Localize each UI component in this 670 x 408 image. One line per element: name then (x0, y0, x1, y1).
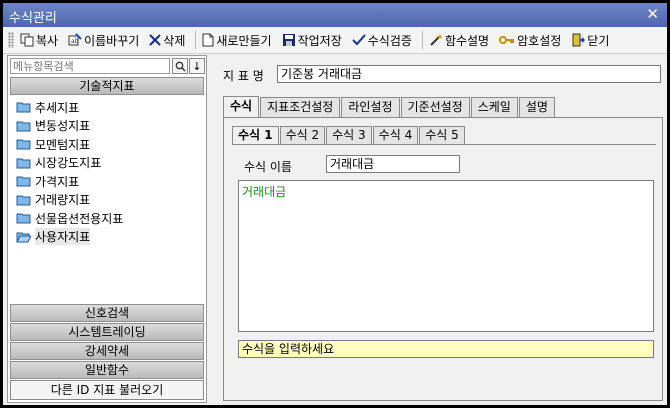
magnifier-icon (175, 61, 186, 72)
tab-formula[interactable]: 수식 (223, 96, 260, 118)
tab-line-settings[interactable]: 라인설정 (341, 97, 400, 117)
verify-button[interactable]: 수식검증 (349, 29, 415, 51)
folder-icon (16, 195, 31, 206)
formula-name-label: 수식 이름 (244, 160, 292, 174)
tree-item-label: 모멘텀지표 (35, 137, 91, 152)
tab-indicator-condition[interactable]: 지표조건설정 (260, 97, 341, 117)
verify-label: 수식검증 (367, 33, 412, 48)
tree-item[interactable]: 거래량지표 (10, 191, 204, 210)
tree-item-label: 가격지표 (35, 174, 80, 189)
tab-formula-3[interactable]: 수식 3 (326, 126, 372, 144)
exit-door-icon (572, 33, 586, 47)
new-label: 새로만들기 (216, 33, 272, 48)
rename-icon: ab (68, 33, 82, 46)
toolbar-separator (195, 31, 197, 49)
tree-item[interactable]: 선물옵션전용지표 (10, 209, 204, 228)
folder-icon (16, 102, 31, 113)
menu-search-input[interactable] (10, 58, 170, 74)
formula-hint-bar: 수식을 입력하세요 (238, 340, 654, 358)
category-system-trading[interactable]: 시스템트레이딩 (10, 323, 204, 341)
folder-icon (16, 121, 31, 132)
tree-item-label: 거래량지표 (35, 193, 91, 208)
formula-editor[interactable]: 거래대금 (238, 180, 654, 332)
rename-label: 이름바꾸기 (84, 33, 140, 48)
function-help-button[interactable]: 함수설명 (426, 29, 492, 51)
copy-icon (20, 33, 34, 47)
folder-icon (16, 158, 31, 169)
new-button[interactable]: 새로만들기 (199, 29, 274, 51)
indicator-tree: 추세지표 변동성지표 모멘텀지표 시장강도지표 가격지표 거래량지표 선물옵션전… (10, 98, 204, 246)
category-technical[interactable]: 기술적지표 (10, 77, 204, 95)
close-label: 닫기 (587, 33, 610, 48)
copy-label: 복사 (36, 33, 59, 48)
tab-formula-4[interactable]: 수식 4 (372, 126, 419, 144)
checkmark-icon (352, 34, 366, 46)
tree-item-label: 시장강도지표 (35, 156, 102, 171)
formula-tabs: 수식 1 수식 2 수식 3 수식 4 수식 5 (232, 126, 466, 144)
rename-button[interactable]: ab 이름바꾸기 (65, 29, 142, 51)
delete-label: 삭제 (163, 33, 186, 48)
search-button[interactable] (172, 58, 188, 74)
editor-panel: 지 표 명 기준봉 거래대금 수식 지표조건설정 라인설정 기준선설정 스케일 … (213, 55, 665, 403)
folder-icon (16, 213, 31, 224)
tree-item-label: 변동성지표 (35, 119, 91, 134)
tree-item[interactable]: 모멘텀지표 (10, 135, 204, 154)
tree-item[interactable]: 추세지표 (10, 98, 204, 117)
tab-formula-2[interactable]: 수식 2 (279, 126, 326, 144)
tree-item-label: 선물옵션전용지표 (35, 211, 124, 226)
close-icon[interactable]: ✕ (646, 5, 659, 23)
formula-name-field[interactable]: 거래대금 (326, 155, 460, 173)
tree-item[interactable]: 가격지표 (10, 172, 204, 191)
load-other-id-button[interactable]: 다른 ID 지표 불러오기 (10, 380, 204, 400)
main-tabs: 수식 지표조건설정 라인설정 기준선설정 스케일 설명 (223, 96, 556, 118)
password-label: 암호설정 (517, 33, 562, 48)
magic-wand-icon (430, 34, 443, 46)
toolbar-grip[interactable] (8, 32, 14, 48)
arrow-down-icon: ↓ (192, 59, 202, 73)
folder-icon (16, 176, 31, 187)
tree-item[interactable]: 시장강도지표 (10, 154, 204, 173)
tab-scale[interactable]: 스케일 (470, 97, 518, 117)
delete-button[interactable]: 삭제 (146, 29, 188, 51)
formula-manager-window: 수식관리 ✕ 복사 ab 이름바꾸기 삭제 새로만들기 작업저장 수식검증 함수… (2, 2, 668, 406)
svg-text:ab: ab (71, 38, 79, 45)
tab-formula-5[interactable]: 수식 5 (419, 126, 465, 144)
close-button[interactable]: 닫기 (568, 29, 612, 51)
category-general-functions[interactable]: 일반함수 (10, 361, 204, 379)
save-button[interactable]: 작업저장 (279, 29, 345, 51)
tree-item-label: 사용자지표 (35, 228, 91, 246)
save-disk-icon (282, 34, 295, 46)
category-signal[interactable]: 신호검색 (10, 304, 204, 322)
tree-item[interactable]: 변동성지표 (10, 117, 204, 136)
delete-icon (149, 34, 162, 46)
tab-divider (232, 144, 656, 145)
copy-button[interactable]: 복사 (17, 29, 61, 51)
toolbar-separator (421, 31, 423, 49)
indicator-name-field[interactable]: 기준봉 거래대금 (277, 65, 661, 83)
tab-baseline-settings[interactable]: 기준선설정 (400, 97, 470, 117)
save-label: 작업저장 (297, 33, 342, 48)
folder-open-icon (16, 232, 31, 243)
indicator-name-label: 지 표 명 (223, 69, 264, 83)
menu-panel: ↓ 기술적지표 추세지표 변동성지표 모멘텀지표 시장강도지표 가격지표 (7, 55, 207, 403)
function-help-label: 함수설명 (444, 33, 490, 48)
tree-item-selected[interactable]: 사용자지표 (10, 228, 204, 247)
key-icon (499, 36, 515, 44)
search-down-button[interactable]: ↓ (189, 58, 205, 74)
toolbar: 복사 ab 이름바꾸기 삭제 새로만들기 작업저장 수식검증 함수설명 암호설정… (3, 27, 667, 54)
window-title: 수식관리 (9, 11, 57, 26)
tab-formula-1[interactable]: 수식 1 (232, 126, 279, 144)
folder-icon (16, 139, 31, 150)
new-file-icon (202, 33, 214, 47)
formula-tab-panel: 수식 1 수식 2 수식 3 수식 4 수식 5 수식 이름 거래대금 거래대금… (223, 117, 663, 401)
category-strength[interactable]: 강세약세 (10, 342, 204, 360)
title-bar: 수식관리 ✕ (3, 3, 667, 27)
tree-item-label: 추세지표 (35, 100, 80, 115)
tab-description[interactable]: 설명 (518, 97, 555, 117)
password-button[interactable]: 암호설정 (496, 29, 564, 51)
